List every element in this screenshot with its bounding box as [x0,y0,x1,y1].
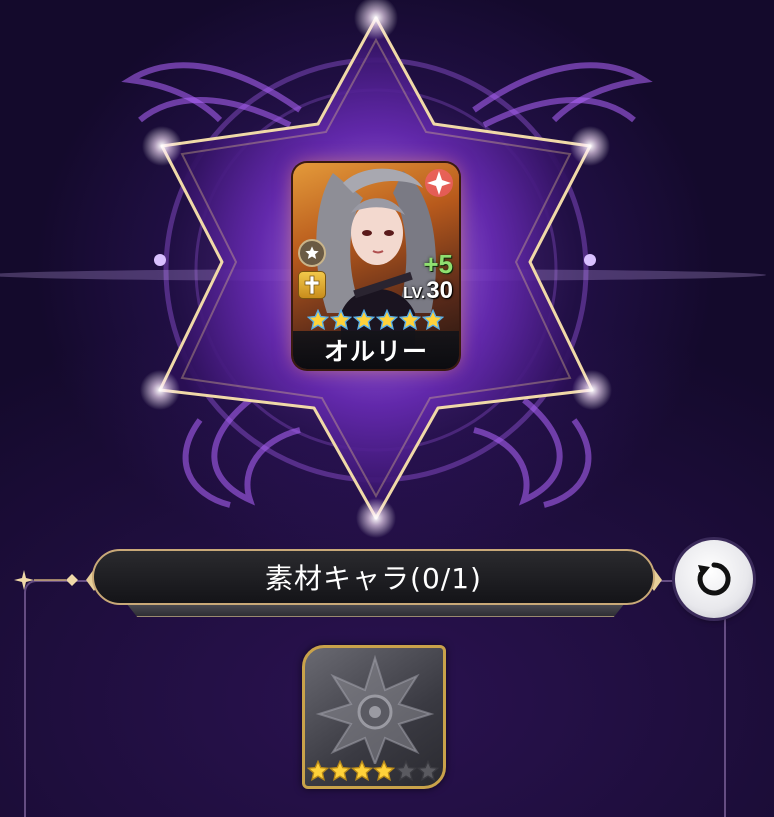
enhance-plus: +5 [423,249,453,279]
hero-level: LV.30 [403,277,453,305]
hero-star-icon [330,309,352,331]
slot-star-filled-icon [307,760,329,782]
hero-card[interactable]: +5 LV.30 オルリー [293,163,459,369]
hero-star-icon [376,309,398,331]
slot-star-filled-icon [373,760,395,782]
level-value: 30 [426,277,453,304]
reset-icon [697,562,731,596]
hero-star-icon [353,309,375,331]
hero-star-icon [399,309,421,331]
class-badge [298,271,326,299]
reset-button[interactable] [675,540,753,618]
hero-star-row [307,309,444,331]
screen: +5 LV.30 オルリー 素材キャラ(0/1) [0,0,774,817]
empty-slot-emblem-icon [315,654,435,764]
star-icon [305,246,319,259]
level-prefix: LV. [403,285,426,302]
hero-name: オルリー [323,337,428,366]
rarity-badge [298,239,326,267]
cross-icon [304,275,320,295]
slot-star-empty-icon [417,760,439,782]
hero-star-icon [307,309,329,331]
slot-star-filled-icon [329,760,351,782]
slot-star-filled-icon [351,760,373,782]
slot-star-empty-icon [395,760,417,782]
hero-star-icon [422,309,444,331]
material-title: 素材キャラ(0/1) [265,562,482,595]
panel-corner-ornament [14,570,78,590]
hero-name-bar: オルリー [293,331,459,369]
material-title-bar: 素材キャラ(0/1) [92,549,655,605]
material-slot[interactable] [302,645,446,789]
slot-star-row [307,760,439,782]
